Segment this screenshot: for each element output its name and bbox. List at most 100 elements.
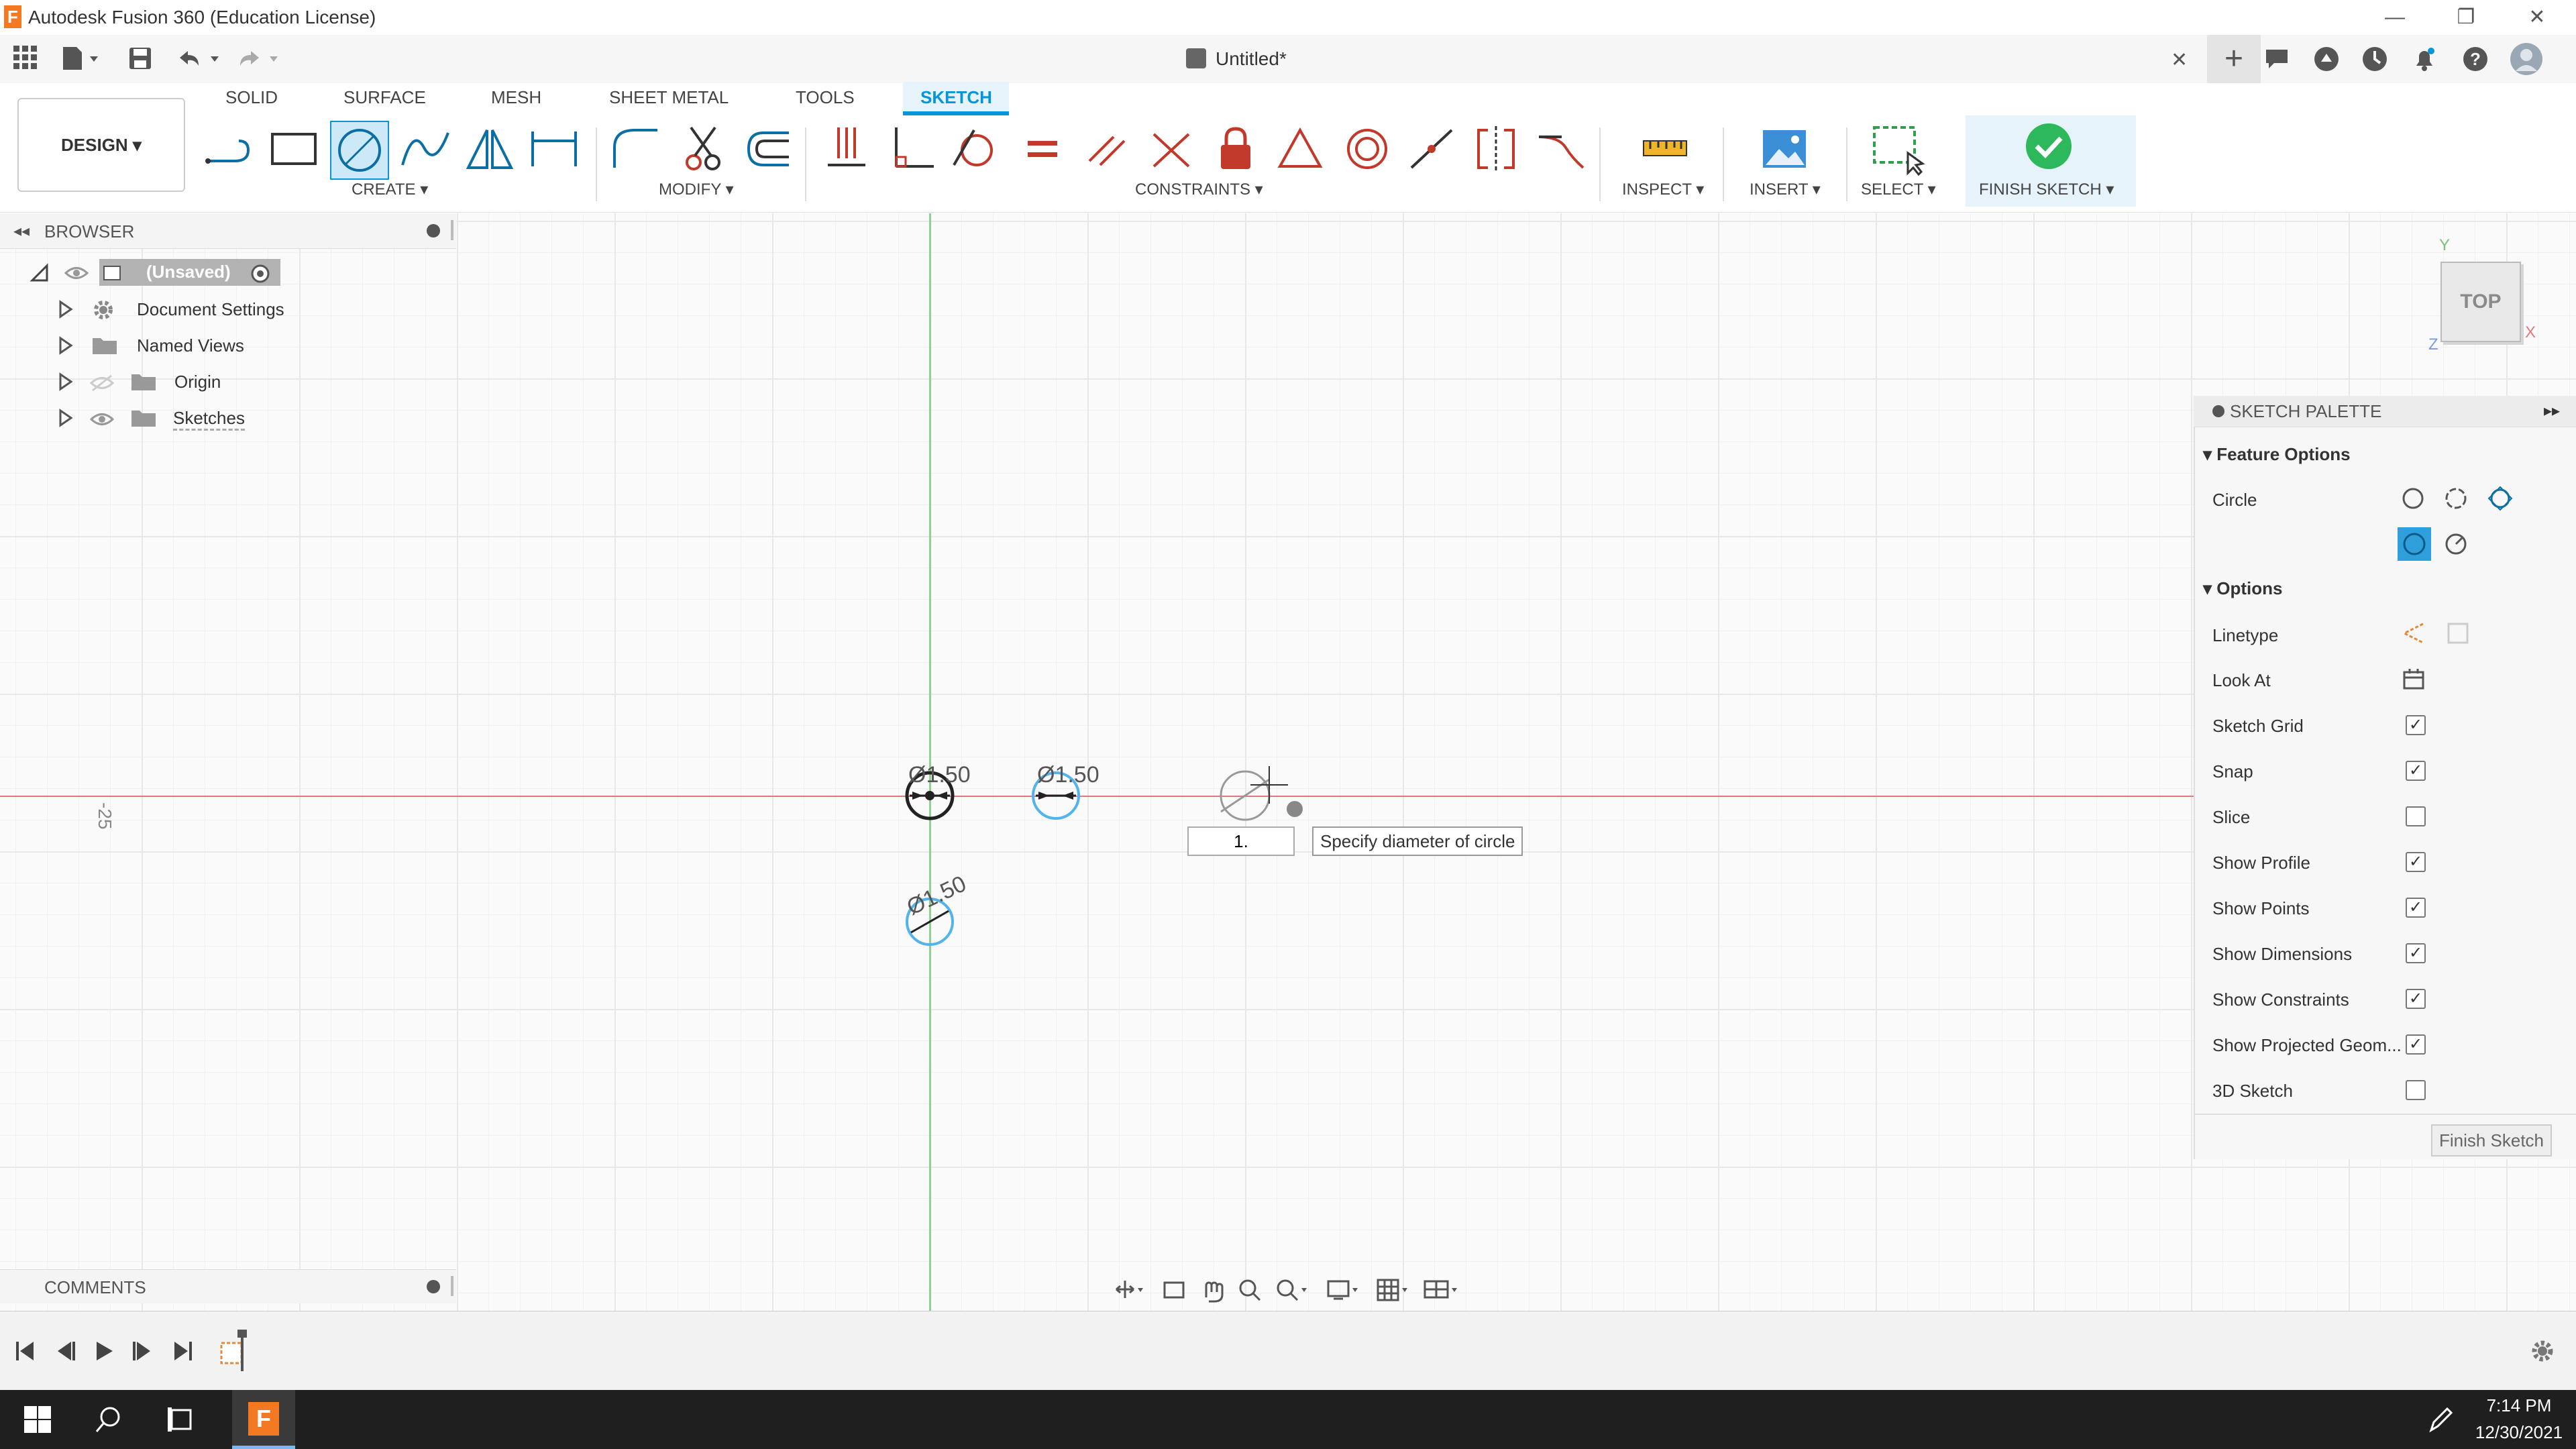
expand-arrow-icon[interactable] xyxy=(56,408,75,431)
tab-sheet-metal[interactable]: SHEET METAL xyxy=(609,87,729,108)
insert-image-icon[interactable] xyxy=(1756,121,1813,177)
clock-time[interactable]: 7:14 PM xyxy=(2475,1395,2563,1416)
fix-constraint-lock-icon[interactable] xyxy=(1208,121,1264,177)
search-icon[interactable] xyxy=(94,1405,123,1438)
symmetry-constraint-icon[interactable] xyxy=(1468,121,1524,177)
circle-tool-icon[interactable] xyxy=(330,121,389,180)
save-icon[interactable] xyxy=(127,46,153,74)
restore-button[interactable]: ❐ xyxy=(2446,3,2486,32)
activate-radio-icon[interactable] xyxy=(250,263,271,288)
slice-checkbox[interactable] xyxy=(2406,806,2426,826)
construction-linetype-icon[interactable] xyxy=(2402,621,2426,649)
timeline-step-back-button[interactable] xyxy=(50,1338,76,1364)
timeline-sketch-feature-icon[interactable] xyxy=(219,1328,256,1376)
parallel-constraint-icon[interactable] xyxy=(1079,121,1135,177)
show-projected-geometry-checkbox[interactable] xyxy=(2406,1034,2426,1055)
midpoint-constraint-icon[interactable] xyxy=(1272,121,1328,177)
curvature-constraint-icon[interactable] xyxy=(1532,121,1589,177)
collapse-browser-icon[interactable]: ◂◂ xyxy=(13,221,30,241)
add-comment-icon[interactable] xyxy=(427,1280,440,1293)
expand-arrow-icon[interactable] xyxy=(56,299,75,323)
modify-menu[interactable]: MODIFY ▾ xyxy=(659,180,734,199)
job-status-icon[interactable] xyxy=(2360,44,2390,77)
diameter-mode-icon-active[interactable] xyxy=(2398,527,2431,561)
bell-icon[interactable] xyxy=(2410,44,2439,77)
three-point-circle-icon[interactable] xyxy=(2487,486,2513,515)
close-button[interactable]: ✕ xyxy=(2517,3,2557,32)
3d-sketch-checkbox[interactable] xyxy=(2406,1080,2426,1100)
close-tab-button[interactable]: ✕ xyxy=(2171,48,2188,72)
inspect-menu[interactable]: INSPECT ▾ xyxy=(1622,180,1704,199)
tree-item-document-settings[interactable]: Document Settings xyxy=(137,299,284,320)
help-icon[interactable]: ? xyxy=(2461,44,2490,77)
sketch-geometry[interactable] xyxy=(872,738,1543,979)
new-tab-button[interactable]: + xyxy=(2207,35,2261,83)
timeline-go-to-start-button[interactable] xyxy=(13,1338,40,1364)
timeline-play-button[interactable] xyxy=(90,1338,117,1364)
tree-item-named-views[interactable]: Named Views xyxy=(137,335,244,356)
user-avatar[interactable] xyxy=(2509,42,2544,80)
insert-menu[interactable]: INSERT ▾ xyxy=(1750,180,1821,199)
mirror-tool-icon[interactable] xyxy=(462,121,518,177)
rectangle-tool-icon[interactable] xyxy=(266,121,322,177)
redo-icon[interactable] xyxy=(236,47,284,74)
trim-tool-icon[interactable] xyxy=(675,121,731,177)
comments-resize-handle[interactable] xyxy=(451,1276,453,1296)
minimize-button[interactable]: — xyxy=(2375,3,2415,32)
hidden-eye-icon[interactable] xyxy=(89,373,115,396)
collinear-constraint-icon[interactable] xyxy=(1403,121,1460,177)
tree-item-sketches[interactable]: Sketches xyxy=(173,408,245,431)
feature-options-header[interactable]: ▾ Feature Options xyxy=(2203,444,2351,465)
expand-arrow-icon[interactable] xyxy=(56,335,75,359)
visibility-eye-icon[interactable] xyxy=(64,263,89,286)
circle-dimension-label[interactable]: Ø1.50 xyxy=(908,762,971,788)
timeline-settings-gear-icon[interactable] xyxy=(2529,1338,2556,1368)
sketch-grid-checkbox[interactable] xyxy=(2406,715,2426,735)
pen-icon[interactable] xyxy=(2426,1405,2455,1438)
center-diameter-circle-icon[interactable] xyxy=(2400,486,2426,515)
tab-surface[interactable]: SURFACE xyxy=(343,87,426,108)
undo-icon[interactable] xyxy=(176,47,224,74)
show-constraints-checkbox[interactable] xyxy=(2406,989,2426,1009)
extensions-icon[interactable] xyxy=(2312,44,2341,77)
root-component-label[interactable]: (Unsaved) xyxy=(146,262,231,282)
palette-minimize-icon[interactable] xyxy=(2212,405,2224,417)
show-dimensions-checkbox[interactable] xyxy=(2406,943,2426,963)
tree-item-origin[interactable]: Origin xyxy=(174,372,221,392)
tangent-constraint-icon[interactable] xyxy=(947,121,1004,177)
show-points-checkbox[interactable] xyxy=(2406,898,2426,918)
task-view-icon[interactable] xyxy=(165,1405,195,1438)
tab-solid[interactable]: SOLID xyxy=(225,87,278,108)
look-at-icon[interactable] xyxy=(2402,667,2426,694)
measure-tool-icon[interactable] xyxy=(1637,121,1693,177)
tab-sketch[interactable]: SKETCH xyxy=(920,87,992,108)
dimension-tool-icon[interactable] xyxy=(526,121,582,177)
palette-expand-icon[interactable]: ▸▸ xyxy=(2544,401,2560,421)
finish-sketch-menu[interactable]: FINISH SKETCH ▾ xyxy=(1979,180,2114,199)
arc-tool-icon[interactable] xyxy=(397,121,453,177)
browser-resize-handle[interactable] xyxy=(451,220,453,240)
circle-dimension-label[interactable]: Ø1.50 xyxy=(1037,762,1099,788)
tab-tools[interactable]: TOOLS xyxy=(796,87,855,108)
finish-sketch-check-icon[interactable] xyxy=(2023,121,2074,175)
tab-mesh[interactable]: MESH xyxy=(491,87,541,108)
visibility-eye-icon[interactable] xyxy=(89,409,115,433)
constraints-menu[interactable]: CONSTRAINTS ▾ xyxy=(1135,180,1263,199)
expand-arrow-icon[interactable] xyxy=(56,372,75,395)
timeline-step-forward-button[interactable] xyxy=(127,1338,154,1364)
clock-date[interactable]: 12/30/2021 xyxy=(2469,1422,2569,1443)
coincident-constraint-icon[interactable] xyxy=(818,121,875,177)
show-profile-checkbox[interactable] xyxy=(2406,852,2426,872)
perpendicular-x-constraint-icon[interactable] xyxy=(1143,121,1199,177)
timeline-go-to-end-button[interactable] xyxy=(168,1338,195,1364)
create-menu[interactable]: CREATE ▾ xyxy=(352,180,428,199)
fillet-tool-icon[interactable] xyxy=(608,121,664,177)
equal-constraint-icon[interactable] xyxy=(1014,121,1071,177)
browser-minimize-icon[interactable] xyxy=(427,224,440,237)
select-window-icon[interactable] xyxy=(1869,121,1925,177)
tree-collapse-icon[interactable] xyxy=(30,263,50,286)
diameter-input[interactable] xyxy=(1187,826,1295,856)
workspace-design-button[interactable]: DESIGN ▾ xyxy=(17,98,185,192)
concentric-constraint-icon[interactable] xyxy=(1339,121,1395,177)
select-menu[interactable]: SELECT ▾ xyxy=(1861,180,1936,199)
